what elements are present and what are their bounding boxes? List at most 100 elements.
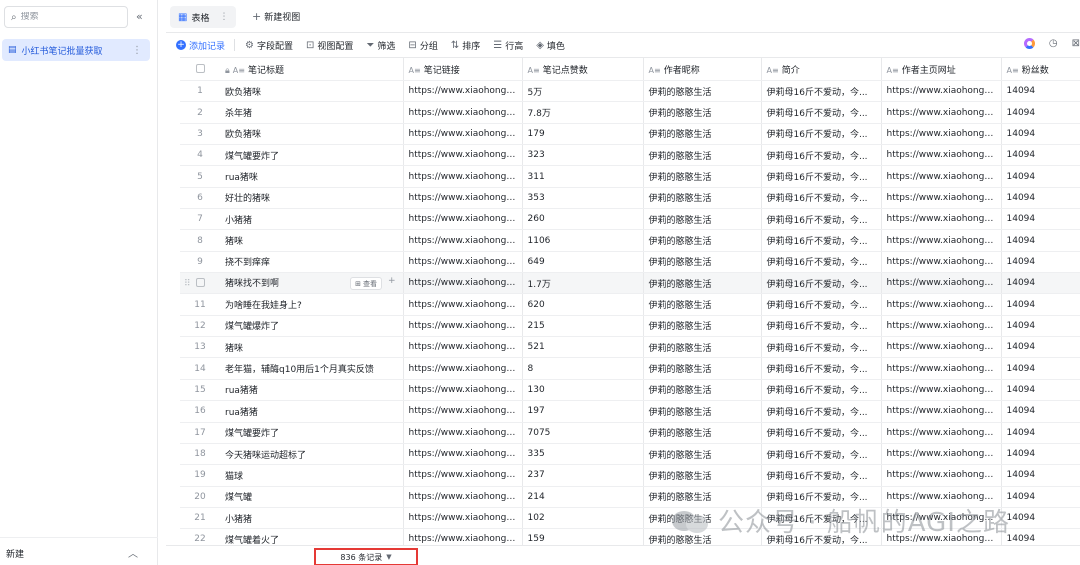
table-row[interactable]: 4 煤气罐要炸了 https://www.xiaohongs... 323 伊莉的憨憨生… xyxy=(180,144,1080,167)
cell-author[interactable]: 伊莉的憨憨生活 xyxy=(643,315,762,338)
cell-title[interactable]: 为啥睡在我娃身上? xyxy=(220,293,404,316)
table-row[interactable]: 20 煤气罐 https://www.xiaohongs... 214 伊莉的憨憨生活伊… xyxy=(180,486,1080,508)
select-all-cell[interactable] xyxy=(180,57,220,81)
cell-likes[interactable]: 159 xyxy=(522,528,644,545)
cell-likes[interactable]: 521 xyxy=(522,336,644,359)
column-header-intro[interactable]: A≡ 简介 xyxy=(761,57,882,81)
cell-fans[interactable]: 14094 xyxy=(1001,528,1080,545)
cell-author[interactable]: 伊莉的憨憨生活 xyxy=(643,379,762,402)
cell-title[interactable]: 欧负猪咪 xyxy=(220,80,404,103)
cell-author-url[interactable]: https://www.xiaohongs... xyxy=(881,315,1002,338)
table-row[interactable]: 14 老年猫，辅酶q10用后1个月真实反馈 https://www.xiaohong… xyxy=(180,357,1080,380)
cell-fans[interactable]: 14094 xyxy=(1001,464,1080,487)
sort-button[interactable]: ⇅ 排序 xyxy=(451,39,480,52)
cell-link[interactable]: https://www.xiaohongs... xyxy=(403,229,523,252)
cell-likes[interactable]: 179 xyxy=(522,123,644,146)
table-row[interactable]: 15 rua猪猪 https://www.xiaohongs... 130 伊莉的憨憨生… xyxy=(180,379,1080,402)
cell-author-url[interactable]: https://www.xiaohongs... xyxy=(881,293,1002,316)
cell-author[interactable]: 伊莉的憨憨生活 xyxy=(643,400,762,423)
cell-intro[interactable]: 伊莉母16斤不爱动，今... xyxy=(761,315,882,338)
cell-title[interactable]: rua猪猪 xyxy=(220,400,404,423)
cell-likes[interactable]: 214 xyxy=(522,486,644,508)
cell-title[interactable]: rua猪猪 xyxy=(220,379,404,402)
table-row[interactable]: 3 欧负猪咪 https://www.xiaohongs... 179 伊莉的憨憨生活伊… xyxy=(180,123,1080,146)
cell-author[interactable]: 伊莉的憨憨生活 xyxy=(643,229,762,252)
cell-intro[interactable]: 伊莉母16斤不爱动，今... xyxy=(761,144,882,167)
cell-author-url[interactable]: https://www.xiaohongs... xyxy=(881,357,1002,380)
table-row[interactable]: 6 好壮的猪咪 https://www.xiaohongs... 353 伊莉的憨憨生活… xyxy=(180,187,1080,210)
cell-likes[interactable]: 323 xyxy=(522,144,644,167)
cell-author-url[interactable]: https://www.xiaohongs... xyxy=(881,80,1002,103)
cell-fans[interactable]: 14094 xyxy=(1001,336,1080,359)
cell-intro[interactable]: 伊莉母16斤不爱动，今... xyxy=(761,528,882,545)
cell-author-url[interactable]: https://www.xiaohongs... xyxy=(881,208,1002,231)
cell-intro[interactable]: 伊莉母16斤不爱动，今... xyxy=(761,165,882,188)
column-header-title[interactable]: 🔒︎ A≡ 笔记标题 xyxy=(220,57,404,81)
cell-title[interactable]: 煤气罐着火了 xyxy=(220,528,404,545)
cell-intro[interactable]: 伊莉母16斤不爱动，今... xyxy=(761,251,882,274)
drag-handle-icon[interactable]: ⠿ xyxy=(184,279,191,289)
cell-title[interactable]: 猪咪 xyxy=(220,336,404,359)
cell-author-url[interactable]: https://www.xiaohongs... xyxy=(881,379,1002,402)
cell-fans[interactable]: 14094 xyxy=(1001,443,1080,466)
cell-author[interactable]: 伊莉的憨憨生活 xyxy=(643,357,762,380)
cell-author[interactable]: 伊莉的憨憨生活 xyxy=(643,336,762,359)
cell-link[interactable]: https://www.xiaohongs... xyxy=(403,379,523,402)
cell-likes[interactable]: 197 xyxy=(522,400,644,423)
cell-link[interactable]: https://www.xiaohongs... xyxy=(403,123,523,146)
cell-author[interactable]: 伊莉的憨憨生活 xyxy=(643,165,762,188)
cell-link[interactable]: https://www.xiaohongs... xyxy=(403,422,523,444)
cell-fans[interactable]: 14094 xyxy=(1001,486,1080,508)
history-icon[interactable]: ◷ xyxy=(1049,38,1058,49)
cell-link[interactable]: https://www.xiaohongs... xyxy=(403,80,523,103)
table-row[interactable]: 12 煤气罐爆炸了 https://www.xiaohongs... 215 伊莉的憨憨… xyxy=(180,315,1080,338)
cell-intro[interactable]: 伊莉母16斤不爱动，今... xyxy=(761,272,882,295)
table-row[interactable]: 猪咪找不到啊 + ⊞ 查看 https://www.xiaohongs... 1.7万 伊莉… xyxy=(180,272,1080,295)
cell-intro[interactable]: 伊莉母16斤不爱动，今... xyxy=(761,80,882,103)
cell-intro[interactable]: 伊莉母16斤不爱动，今... xyxy=(761,486,882,508)
cell-fans[interactable]: 14094 xyxy=(1001,293,1080,316)
cell-title[interactable]: 煤气罐爆炸了 xyxy=(220,315,404,338)
cell-author[interactable]: 伊莉的憨憨生活 xyxy=(643,101,762,124)
cell-title[interactable]: 猪咪 xyxy=(220,229,404,252)
cell-title[interactable]: 小猪猪 xyxy=(220,208,404,231)
expand-icon[interactable]: ⊠ xyxy=(1072,38,1080,49)
cell-fans[interactable]: 14094 xyxy=(1001,422,1080,444)
cell-fans[interactable]: 14094 xyxy=(1001,507,1080,530)
column-header-likes[interactable]: A≡ 笔记点赞数 xyxy=(522,57,644,81)
view-config-button[interactable]: ⊡ 视图配置 xyxy=(306,39,353,52)
cell-intro[interactable]: 伊莉母16斤不爱动，今... xyxy=(761,400,882,423)
cell-link[interactable]: https://www.xiaohongs... xyxy=(403,165,523,188)
cell-author[interactable]: 伊莉的憨憨生活 xyxy=(643,293,762,316)
cell-likes[interactable]: 1.7万 xyxy=(522,272,644,295)
cell-fans[interactable]: 14094 xyxy=(1001,208,1080,231)
cell-author-url[interactable]: https://www.xiaohongs... xyxy=(881,187,1002,210)
cell-author[interactable]: 伊莉的憨憨生活 xyxy=(643,528,762,545)
cell-author-url[interactable]: https://www.xiaohongs... xyxy=(881,486,1002,508)
cell-author-url[interactable]: https://www.xiaohongs... xyxy=(881,336,1002,359)
row-checkbox[interactable] xyxy=(195,278,205,288)
column-header-fans[interactable]: A≡ 粉丝数 xyxy=(1001,57,1080,81)
cell-link[interactable]: https://www.xiaohongs... xyxy=(403,486,523,508)
cell-intro[interactable]: 伊莉母16斤不爱动，今... xyxy=(761,357,882,380)
cell-link[interactable]: https://www.xiaohongs... xyxy=(403,251,523,274)
cell-intro[interactable]: 伊莉母16斤不爱动，今... xyxy=(761,443,882,466)
cell-title[interactable]: 杀年猪 xyxy=(220,101,404,124)
table-row[interactable]: 16 rua猪猪 https://www.xiaohongs... 197 伊莉的憨憨生… xyxy=(180,400,1080,423)
cell-fans[interactable]: 14094 xyxy=(1001,80,1080,103)
cell-author-url[interactable]: https://www.xiaohongs... xyxy=(881,123,1002,146)
cell-author-url[interactable]: https://www.xiaohongs... xyxy=(881,272,1002,295)
cell-fans[interactable]: 14094 xyxy=(1001,229,1080,252)
cell-fans[interactable]: 14094 xyxy=(1001,400,1080,423)
cell-link[interactable]: https://www.xiaohongs... xyxy=(403,101,523,124)
cell-title[interactable]: 挠不到痒痒 xyxy=(220,251,404,274)
cell-author[interactable]: 伊莉的憨憨生活 xyxy=(643,507,762,530)
cell-likes[interactable]: 620 xyxy=(522,293,644,316)
cell-link[interactable]: https://www.xiaohongs... xyxy=(403,464,523,487)
cell-fans[interactable]: 14094 xyxy=(1001,101,1080,124)
cell-author[interactable]: 伊莉的憨憨生活 xyxy=(643,422,762,444)
cell-author[interactable]: 伊莉的憨憨生活 xyxy=(643,144,762,167)
cell-likes[interactable]: 311 xyxy=(522,165,644,188)
tab-table-view[interactable]: ▦ 表格 ⋮ xyxy=(170,6,237,28)
table-row[interactable]: 11 为啥睡在我娃身上? https://www.xiaohongs... 620 伊莉… xyxy=(180,293,1080,316)
